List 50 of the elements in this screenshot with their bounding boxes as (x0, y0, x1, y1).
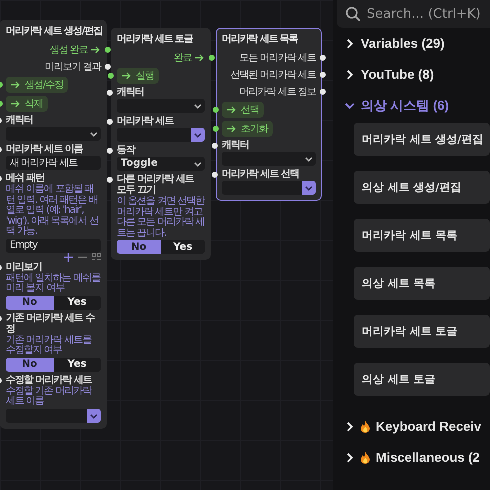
field-label: 다른 머리카락 세트 모두 끄기 (117, 174, 196, 196)
category-label: Miscellaneous (2 (376, 450, 480, 465)
node-list-item[interactable]: 의상 세트 생성/편집 (354, 171, 490, 204)
node-list-item[interactable]: 머리카락 세트 토글 (354, 315, 490, 348)
field-label: 동작 (117, 145, 136, 156)
node-title: 머리카락 세트 목록 (222, 33, 298, 46)
field-label: 미리보기 (6, 262, 43, 272)
node-title: 머리카락 세트 생성/편집 (6, 25, 102, 38)
category-item[interactable]: Keyboard Receiv (333, 411, 490, 442)
field-label: 캐릭터 (117, 87, 145, 98)
category-label: 의상 시스템 (6) (361, 96, 450, 114)
node-title: 머리카락 세트 토글 (117, 33, 193, 46)
dropdown-value: Toggle (121, 158, 158, 169)
node-list-item[interactable]: 의상 세트 목록 (354, 267, 490, 300)
field-description: 기존 머리카락 세트를 수정할지 여부 (6, 336, 93, 356)
category-item[interactable]: 의상 시스템 (6) (333, 90, 490, 121)
field-description: 메쉬 이름에 포함될 패턴 입력. 여러 패턴은 배열로 입력 (예: 'hair', 'wig'). 아래 목록에서 선택 가능. (6, 185, 100, 238)
search-field[interactable]: Search... (Ctrl+K) (337, 0, 490, 28)
output-label: 완료 (174, 52, 192, 65)
field-label: 기존 머리카락 세트 수정 (6, 312, 96, 334)
text-field[interactable]: 새 머리카락 세트 (6, 156, 101, 170)
field-label: 머리카락 세트 (117, 116, 175, 127)
category-label: YouTube (8) (361, 67, 434, 82)
field-label: 메쉬 패턴 (6, 173, 46, 184)
dropdown-field[interactable]: Toggle (117, 157, 205, 171)
toggle-option[interactable]: No (6, 358, 54, 372)
toggle-option[interactable]: No (6, 296, 54, 310)
node-list-item[interactable]: 머리카락 세트 목록 (354, 219, 490, 252)
output-label: 생성 완료 (50, 44, 88, 57)
output-label: 모든 머리카락 세트 (240, 52, 316, 65)
field-label: 캐릭터 (222, 140, 250, 151)
field-description: 수정할 기존 머리카락 세트 이름 (6, 386, 93, 408)
category-label: Keyboard Receiv (376, 419, 482, 434)
category-item[interactable]: Miscellaneous (2 (333, 442, 490, 473)
field-label: 캐릭터 (6, 115, 34, 126)
category-label: Variables (29) (361, 36, 445, 51)
node-list-item[interactable]: 의상 세트 토글 (354, 363, 490, 396)
field-label: 머리카락 세트 이름 (6, 144, 84, 155)
output-label: 머리카락 세트 정보 (240, 86, 316, 99)
field-description: 이 옵션을 켜면 선택한 머리카락 세트만 켜고 다른 모든 머리카락 세트는 끕니다. (117, 197, 205, 239)
field-label: 수정할 머리카락 세트 (6, 374, 94, 386)
field-description: 패턴에 일치하는 메쉬를 미리 볼지 여부 (6, 274, 101, 294)
category-item[interactable]: YouTube (8) (333, 59, 490, 90)
category-item[interactable]: Variables (29) (333, 28, 490, 59)
list-entry-field[interactable]: Empty (6, 238, 101, 252)
output-label: 선택된 머리카락 세트 (230, 69, 316, 82)
output-label: 미리보기 결과 (44, 61, 101, 74)
toggle-option[interactable]: No (117, 240, 161, 254)
field-label: 머리카락 세트 선택 (222, 169, 300, 180)
node-list-item[interactable]: 머리카락 세트 생성/편집 (354, 123, 490, 156)
